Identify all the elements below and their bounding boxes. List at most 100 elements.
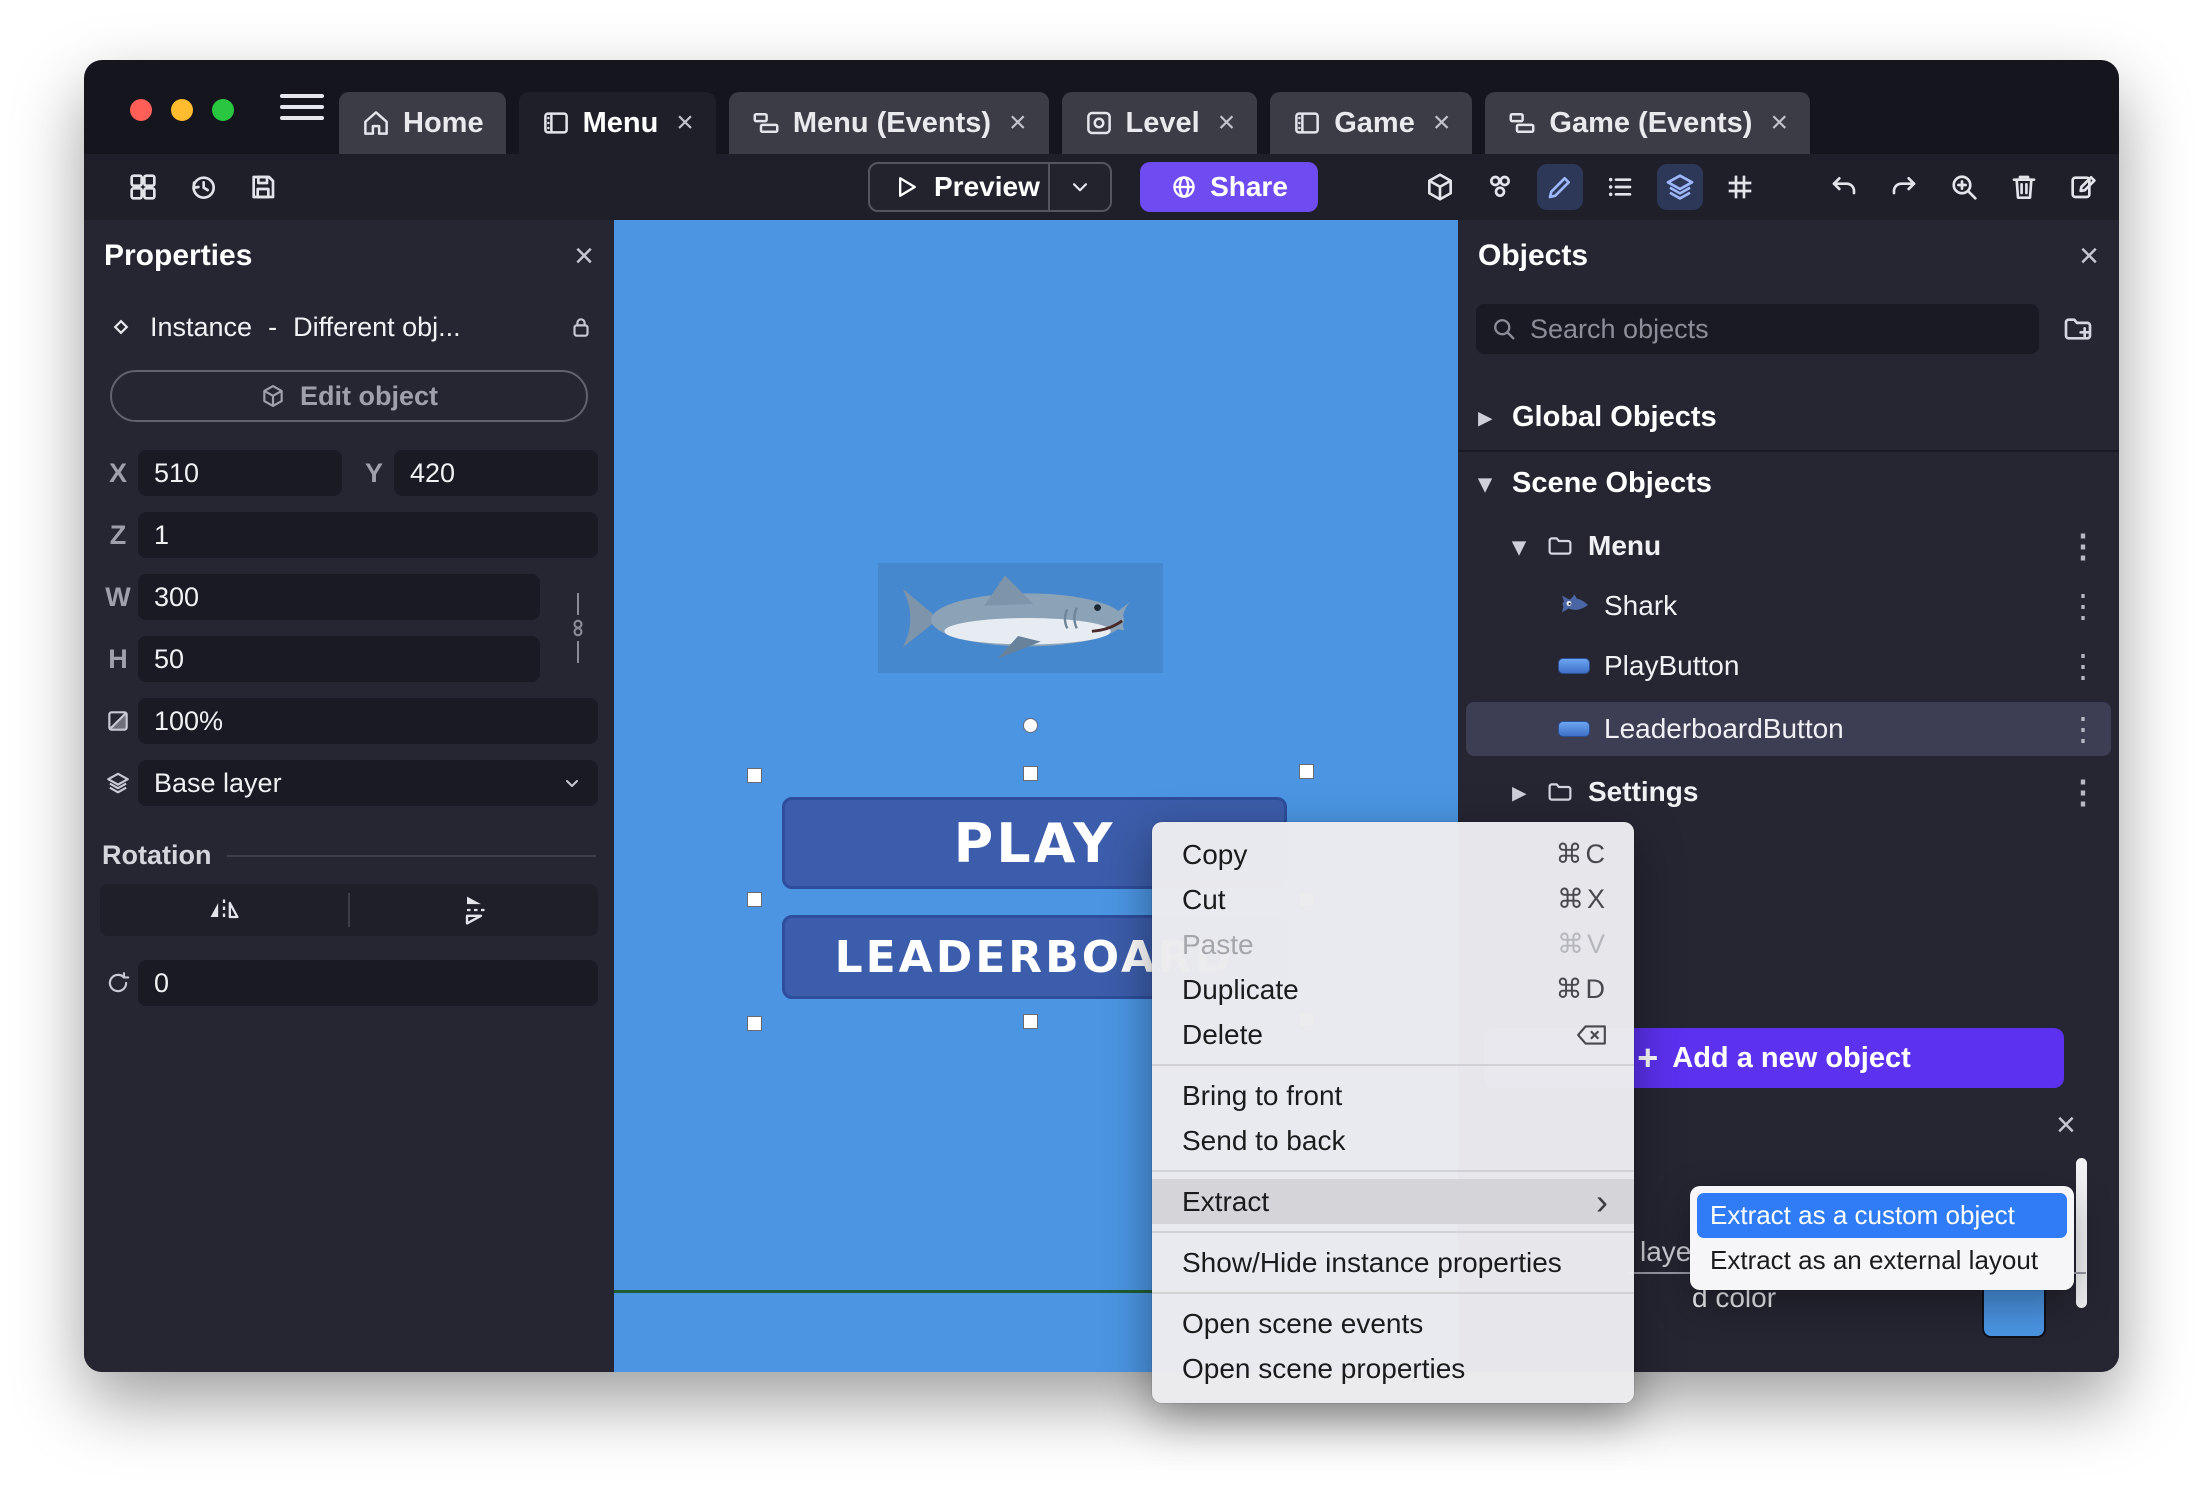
lock-icon[interactable] (568, 314, 594, 340)
events-icon (1509, 113, 1535, 133)
height-input[interactable] (138, 636, 540, 682)
tab-close-icon[interactable]: × (1770, 108, 1788, 138)
layer-select[interactable]: Base layer (138, 760, 598, 806)
zoom-icon[interactable] (1941, 164, 1987, 210)
selection-handle-top-left[interactable] (747, 768, 762, 783)
global-objects-section[interactable]: ▸ Global Objects (1472, 394, 2105, 440)
z-input[interactable] (138, 512, 598, 558)
extract-submenu: Extract as a custom object Extract as an… (1690, 1186, 2074, 1290)
close-window-button[interactable] (130, 99, 152, 121)
more-options-icon[interactable]: ⋮ (2067, 590, 2099, 622)
3d-view-icon[interactable] (1417, 164, 1463, 210)
tab-game-events[interactable]: Game (Events) × (1485, 92, 1810, 154)
tab-menu-events[interactable]: Menu (Events) × (728, 92, 1049, 154)
lock-aspect-ratio-toggle[interactable] (558, 574, 598, 682)
edit-object-button[interactable]: Edit object (110, 370, 588, 422)
redo-icon[interactable] (1881, 164, 1927, 210)
undo-icon[interactable] (1821, 164, 1867, 210)
history-icon[interactable] (180, 164, 226, 210)
tab-menu[interactable]: Menu × (518, 92, 716, 154)
selection-handle-bottom-left[interactable] (747, 1016, 762, 1031)
delete-icon[interactable] (2001, 164, 2047, 210)
menu-item-delete[interactable]: Delete (1152, 1012, 1634, 1057)
chevron-down-icon[interactable]: ▾ (1472, 468, 1498, 499)
close-icon[interactable]: × (2056, 1108, 2076, 1142)
chevron-right-icon[interactable]: ▸ (1472, 402, 1498, 433)
scene-objects-section[interactable]: ▾ Scene Objects (1472, 460, 2105, 506)
minimize-window-button[interactable] (171, 99, 193, 121)
maximize-window-button[interactable] (212, 99, 234, 121)
project-manager-icon[interactable] (120, 164, 166, 210)
tab-level[interactable]: Level × (1061, 92, 1258, 154)
tab-label: Level (1125, 106, 1200, 139)
edit-mode-icon[interactable] (1537, 164, 1583, 210)
tab-close-icon[interactable]: × (1218, 108, 1236, 138)
opacity-input[interactable] (138, 698, 598, 744)
objects-mode-icon[interactable] (1477, 164, 1523, 210)
tree-item-shark[interactable]: Shark ⋮ (1466, 582, 2111, 630)
instance-type-label: Instance (150, 311, 253, 342)
search-box[interactable] (1476, 304, 2039, 354)
menu-item-copy[interactable]: Copy ⌘C (1152, 832, 1634, 877)
flip-horizontal-button[interactable] (100, 884, 348, 936)
main-menu-icon[interactable] (280, 90, 324, 124)
more-options-icon[interactable]: ⋮ (2067, 713, 2099, 745)
menu-item-open-scene-properties[interactable]: Open scene properties (1152, 1346, 1634, 1391)
globe-icon (1173, 176, 1195, 198)
chevron-down-icon[interactable]: ▾ (1506, 531, 1532, 562)
width-row: W (98, 574, 598, 620)
angle-input[interactable] (138, 960, 598, 1006)
layers-panel-icon[interactable] (1657, 164, 1703, 210)
more-options-icon[interactable]: ⋮ (2067, 530, 2099, 562)
search-objects-input[interactable] (1530, 313, 2025, 345)
flip-vertical-button[interactable] (350, 884, 598, 936)
submenu-item-extract-custom-object[interactable]: Extract as a custom object (1697, 1193, 2067, 1238)
menu-item-send-to-back[interactable]: Send to back (1152, 1118, 1634, 1163)
selection-handle-top-right[interactable] (1299, 764, 1314, 779)
close-icon[interactable]: × (574, 239, 594, 273)
external-layout-icon (1086, 111, 1111, 135)
x-input[interactable] (138, 450, 342, 496)
selection-handle-bottom-center[interactable] (1023, 1014, 1038, 1029)
menu-item-label: Extract (1182, 1185, 1270, 1217)
scrollbar[interactable] (2076, 1158, 2087, 1308)
tab-home[interactable]: Home (339, 92, 506, 154)
preview-button-main[interactable]: Preview (870, 164, 1048, 210)
more-options-icon[interactable]: ⋮ (2067, 650, 2099, 682)
close-icon[interactable]: × (2079, 239, 2099, 273)
menu-item-cut[interactable]: Cut ⌘X (1152, 877, 1634, 922)
tree-item-playbutton[interactable]: PlayButton ⋮ (1466, 642, 2111, 690)
shark-image (902, 575, 1130, 659)
submenu-item-extract-external-layout[interactable]: Extract as an external layout (1697, 1238, 2067, 1283)
rotation-handle[interactable] (1023, 718, 1038, 733)
selection-handle-top-center[interactable] (1023, 766, 1038, 781)
grid-icon[interactable] (1717, 164, 1763, 210)
shark-sprite[interactable] (878, 563, 1163, 673)
save-icon[interactable] (240, 164, 286, 210)
play-button-text: PLAY (953, 811, 1116, 875)
chevron-right-icon[interactable]: ▸ (1506, 777, 1532, 808)
share-button[interactable]: Share (1140, 162, 1318, 212)
width-input[interactable] (138, 574, 540, 620)
menu-item-extract[interactable]: Extract › (1152, 1179, 1634, 1224)
tab-close-icon[interactable]: × (1433, 108, 1451, 138)
preview-button[interactable]: Preview (868, 162, 1112, 212)
tree-item-menu-folder[interactable]: ▾ Menu ⋮ (1466, 522, 2111, 570)
tab-game[interactable]: Game × (1270, 92, 1473, 154)
more-options-icon[interactable]: ⋮ (2067, 776, 2099, 808)
tree-item-leaderboardbutton[interactable]: LeaderboardButton ⋮ (1466, 702, 2111, 756)
menu-item-duplicate[interactable]: Duplicate ⌘D (1152, 967, 1634, 1012)
tab-close-icon[interactable]: × (1009, 108, 1027, 138)
tree-item-settings-folder[interactable]: ▸ Settings ⋮ (1466, 768, 2111, 816)
menu-item-bring-to-front[interactable]: Bring to front (1152, 1073, 1634, 1118)
y-input[interactable] (394, 450, 598, 496)
menu-item-open-scene-events[interactable]: Open scene events (1152, 1301, 1634, 1346)
tab-close-icon[interactable]: × (676, 108, 694, 138)
menu-item-show-hide-instance-properties[interactable]: Show/Hide instance properties (1152, 1240, 1634, 1285)
menu-item-shortcut: ⌘C (1555, 839, 1608, 869)
new-folder-icon[interactable] (2055, 306, 2101, 352)
preview-options-button[interactable] (1048, 164, 1110, 210)
selection-handle-mid-left[interactable] (747, 892, 762, 907)
instance-properties-icon[interactable] (1597, 164, 1643, 210)
rename-scene-icon[interactable] (2061, 164, 2107, 210)
